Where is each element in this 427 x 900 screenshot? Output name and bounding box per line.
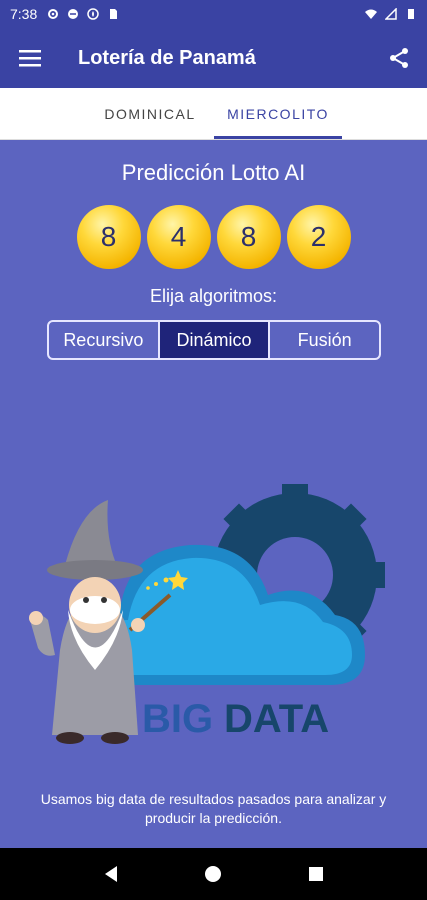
signal-icon xyxy=(385,8,397,20)
system-nav-bar xyxy=(0,848,427,900)
caption-text: Usamos big data de resultados pasados pa… xyxy=(40,791,387,826)
recents-square-icon xyxy=(308,867,323,881)
number-ball-2: 4 xyxy=(146,205,211,269)
algorithm-label: Elija algoritmos: xyxy=(149,286,278,306)
battery-icon xyxy=(408,9,414,19)
number-ball-3: 8 xyxy=(216,205,281,269)
algorithm-option-fusion[interactable]: Fusión xyxy=(270,322,379,358)
algorithm-selector: Recursivo Dinámico Fusión xyxy=(47,320,381,360)
number-ball-4: 2 xyxy=(286,205,351,269)
tab-miercolito[interactable]: MIERCOLITO xyxy=(214,88,342,139)
algorithm-option-dinamico[interactable]: Dinámico xyxy=(159,322,271,358)
number-ball-1: 8 xyxy=(76,205,141,269)
menu-button[interactable] xyxy=(0,28,60,88)
status-bar: 7:38 xyxy=(0,0,427,28)
app-bar: Lotería de Panamá xyxy=(0,28,427,88)
status-time: 7:38 xyxy=(10,6,38,22)
svg-text:BIG: BIG xyxy=(142,697,213,741)
back-triangle-icon xyxy=(105,866,118,882)
recents-button[interactable] xyxy=(296,854,336,894)
back-button[interactable] xyxy=(91,854,131,894)
big-data-logo: BIG DATA xyxy=(142,697,329,741)
tab-dominical[interactable]: DOMINICAL xyxy=(90,88,210,139)
sd-card-icon xyxy=(110,9,118,19)
tab-bar: DOMINICAL MIERCOLITO xyxy=(0,88,427,140)
flame-icon xyxy=(87,8,99,20)
home-circle-icon xyxy=(205,866,222,882)
share-button[interactable] xyxy=(371,28,427,88)
home-button[interactable] xyxy=(193,854,233,894)
app-title: Lotería de Panamá xyxy=(78,46,256,69)
settings-icon xyxy=(48,9,59,19)
big-data-wizard-illustration: BIG DATA xyxy=(29,484,385,744)
wifi-icon xyxy=(365,9,377,19)
hamburger-menu-icon xyxy=(19,50,41,67)
share-icon xyxy=(390,48,408,68)
prediction-numbers: 8 4 8 2 xyxy=(0,205,427,269)
prediction-title: Predicción Lotto AI xyxy=(121,160,306,185)
svg-text:DATA: DATA xyxy=(224,697,329,741)
sync-icon xyxy=(68,9,79,19)
algorithm-option-recursivo[interactable]: Recursivo xyxy=(49,322,160,358)
